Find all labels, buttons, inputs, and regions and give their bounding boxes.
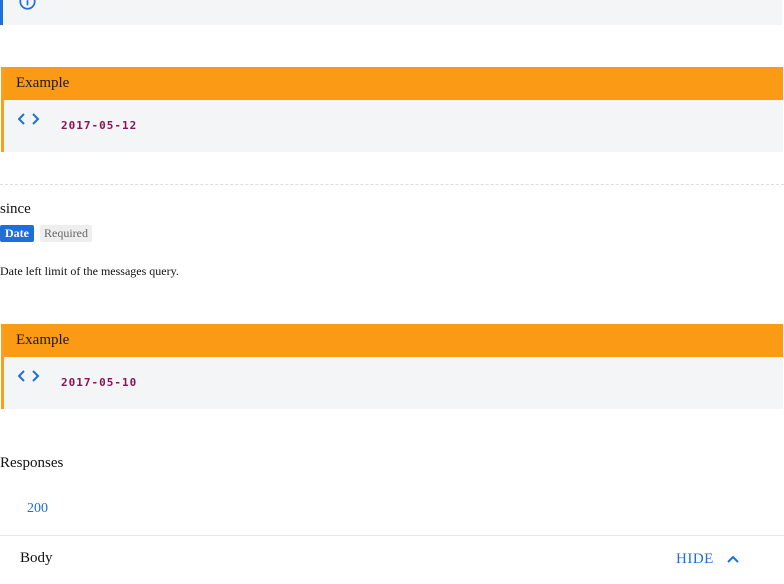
responses-title: Responses xyxy=(0,455,64,471)
example-panel: Example 2017-05-10 xyxy=(1,324,783,409)
response-body-label: Body xyxy=(20,550,53,566)
code-icon xyxy=(18,113,40,125)
example-value: 2017-05-12 xyxy=(61,119,138,132)
example-header: Example xyxy=(4,67,783,100)
info-icon xyxy=(19,0,36,10)
parameter-name: since xyxy=(0,201,31,217)
hide-label: HIDE xyxy=(676,550,714,567)
code-icon xyxy=(18,370,40,382)
example-value: 2017-05-10 xyxy=(61,376,138,389)
parameter-description: Date left limit of the messages query. xyxy=(0,264,179,278)
chevron-up-icon xyxy=(727,555,739,563)
example-header: Example xyxy=(4,324,783,357)
info-callout xyxy=(0,0,782,25)
type-badge: Date xyxy=(0,225,34,242)
api-doc-page: Example 2017-05-12 since Date Required D… xyxy=(0,0,784,584)
example-body: 2017-05-10 xyxy=(4,357,783,409)
responses-divider xyxy=(0,535,784,536)
section-divider xyxy=(0,184,784,185)
example-body: 2017-05-12 xyxy=(4,100,783,152)
required-badge: Required xyxy=(40,225,92,242)
hide-body-button[interactable]: HIDE xyxy=(676,549,740,569)
example-panel: Example 2017-05-12 xyxy=(1,67,783,152)
response-tab-200[interactable]: 200 xyxy=(27,501,48,517)
